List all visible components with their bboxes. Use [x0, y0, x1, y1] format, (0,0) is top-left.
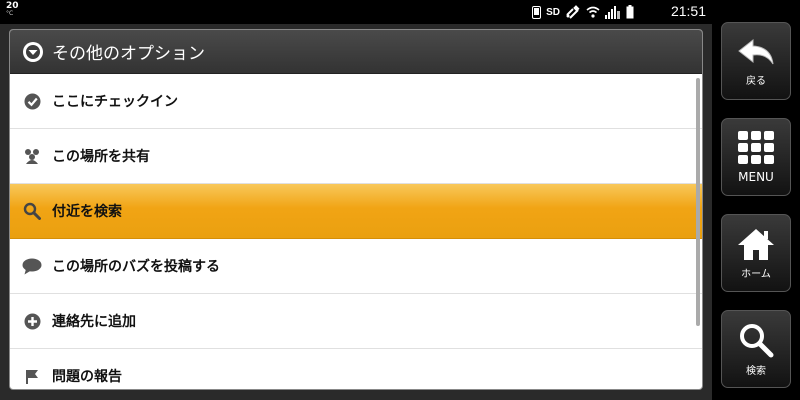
menu-item-label: ここにチェックイン [52, 94, 178, 110]
menu-label: MENU [738, 170, 774, 184]
menu-item-label: 付近を検索 [52, 204, 122, 220]
clock: 21:51 [670, 3, 706, 19]
share-people-icon [22, 146, 42, 166]
search-icon [22, 201, 42, 221]
home-label: ホーム [741, 268, 771, 280]
gps-satellite-icon [566, 5, 580, 19]
side-key-bar: 戻る MENU ホーム 検索 [712, 0, 800, 400]
chevron-down-circle-icon [23, 41, 43, 62]
menu-item-add-contact[interactable]: 連絡先に追加 [10, 294, 702, 349]
menu-item-check-in[interactable]: ここにチェックイン [10, 74, 702, 129]
dialog-header: その他のオプション [10, 30, 702, 74]
phone-icon [532, 5, 542, 19]
menu-scrollbar[interactable] [696, 78, 700, 326]
magnifier-icon [740, 323, 774, 357]
plus-circle-icon [22, 311, 42, 331]
home-icon [738, 228, 774, 260]
status-bar: 20 °C SD 21:51 [0, 0, 712, 24]
speech-bubble-icon [22, 256, 42, 276]
sd-card-label: SD [546, 6, 560, 18]
dialog-title: その他のオプション [52, 44, 205, 64]
menu-item-report-problem[interactable]: 問題の報告 [10, 349, 702, 389]
temperature-unit: °C [6, 10, 14, 17]
wifi-icon [586, 6, 600, 18]
signal-strength-icon [605, 5, 620, 19]
back-label: 戻る [746, 75, 766, 87]
check-circle-icon [22, 91, 42, 111]
options-dialog: その他のオプション ここにチェックイン この場所を共有 付近を検索 この場所のバ… [9, 29, 703, 390]
flag-icon [22, 366, 42, 386]
menu-item-label: この場所を共有 [52, 149, 150, 165]
search-button[interactable]: 検索 [721, 310, 791, 388]
menu-item-label: この場所のバズを投稿する [52, 259, 220, 275]
menu-item-post-buzz[interactable]: この場所のバズを投稿する [10, 239, 702, 294]
temperature-readout: 20 °C [6, 2, 19, 17]
search-label: 検索 [746, 365, 766, 377]
status-icons: SD [532, 5, 634, 19]
menu-item-share-place[interactable]: この場所を共有 [10, 129, 702, 184]
home-button[interactable]: ホーム [721, 214, 791, 292]
menu-item-label: 連絡先に追加 [52, 314, 136, 330]
back-arrow-icon [738, 38, 774, 64]
menu-item-label: 問題の報告 [52, 369, 122, 385]
grid-menu-icon [738, 131, 774, 164]
menu-item-search-nearby[interactable]: 付近を検索 [10, 184, 702, 239]
back-button[interactable]: 戻る [721, 22, 791, 100]
battery-icon [626, 5, 634, 19]
menu-button[interactable]: MENU [721, 118, 791, 196]
options-menu-list: ここにチェックイン この場所を共有 付近を検索 この場所のバズを投稿する 連絡先 [10, 74, 702, 389]
